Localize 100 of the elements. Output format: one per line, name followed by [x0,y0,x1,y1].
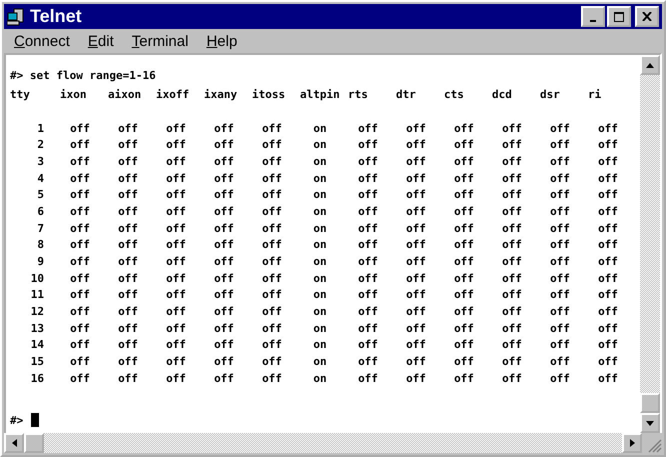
close-button[interactable] [635,6,659,27]
table-cell-text: off [501,372,523,385]
table-cell-text: off [549,288,571,302]
table-cell-text: off [117,355,139,368]
table-cell-text: off [405,372,427,385]
scroll-down-button[interactable] [640,413,660,433]
table-cell-text: off [357,222,379,235]
table-cell-text: off [453,154,475,168]
prompt: #> [10,414,24,426]
menu-item[interactable]: Edit [88,32,114,50]
menu-item[interactable]: Help [206,32,238,50]
scroll-thumb[interactable] [24,433,44,453]
table-cell-text: 3 [36,154,45,168]
vertical-scrollbar[interactable] [640,55,660,433]
table-cell-text: off [117,238,139,252]
table-cell-text: off [453,272,475,285]
table-cell-text: off [165,122,187,135]
table-cell-text: off [357,272,379,285]
table-cell-text: off [597,172,619,185]
table-cell-text: off [405,305,427,318]
table-cell-text: on [312,255,328,268]
table-cell-text: off [597,288,619,302]
column-header: ixoff [155,88,190,101]
table-cell-text: off [165,222,187,235]
table-cell-text: on [312,138,328,152]
table-cell-text: off [165,138,187,152]
scroll-thumb[interactable] [640,393,660,413]
menu-item[interactable]: Connect [14,32,70,50]
table-cell-text: off [69,355,91,368]
column-header: itoss [251,88,286,101]
table-cell-text: off [261,255,283,268]
table-cell-text: off [405,204,427,218]
maximize-button[interactable] [607,6,631,27]
menu-item[interactable]: Terminal [132,32,188,50]
table-cell-text: off [261,204,283,218]
table-cell-text: off [165,272,187,285]
table-cell-text: off [357,172,379,185]
table-cell-text: off [213,138,235,152]
table-cell-text: off [357,288,379,302]
table-cell-text: off [597,272,619,285]
table-cell-text: off [261,322,283,335]
table-cell-text: off [549,255,571,268]
table-cell-text: off [213,154,235,168]
table-cell-text: off [165,154,187,168]
table-cell-text: off [453,288,475,302]
scroll-right-button[interactable] [622,433,642,453]
table-cell-text: off [405,338,427,352]
table-cell-text: off [501,172,523,185]
column-header: cts [443,88,465,101]
table-cell-text: off [501,138,523,152]
table-cell-text: 13 [30,322,45,335]
minimize-button[interactable] [581,6,605,27]
column-header: dtr [395,88,417,101]
table-cell-text: off [261,372,283,385]
close-icon [642,12,652,21]
table-cell-text: off [501,288,523,302]
table-cell-text: off [405,172,427,185]
table-cell-text: off [117,172,139,185]
table-cell-text: off [165,172,187,185]
column-header: dcd [491,88,513,101]
table-cell-text: off [453,238,475,252]
table-cell-text: off [357,255,379,268]
table-cell-text: 4 [36,172,45,185]
table-cell-text: off [549,372,571,385]
table-cell-text: 5 [36,188,45,202]
table-cell-text: off [213,238,235,252]
table-cell-text: off [117,138,139,152]
table-cell-text: 15 [30,355,45,368]
table-cell-text: off [261,355,283,368]
table-cell-text: off [213,372,235,385]
table-cell-text: 10 [30,272,45,285]
table-cell-text: 9 [36,255,45,268]
table-cell-text: on [312,338,328,352]
table-cell-text: off [501,238,523,252]
table-cell-text: off [453,305,475,318]
table-cell-text: off [357,305,379,318]
table-cell-text: off [549,355,571,368]
column-header: tty [10,88,31,101]
table-cell-text: off [69,272,91,285]
table-cell-text: off [405,154,427,168]
scroll-up-button[interactable] [640,55,660,75]
table-cell-text: off [549,305,571,318]
table-cell-text: 12 [30,305,45,318]
table-cell-text: off [357,204,379,218]
table-cell-text: off [69,188,91,202]
column-header: rts [347,88,369,101]
table-cell-text: off [117,305,139,318]
column-header: ri [587,88,602,101]
horizontal-scrollbar[interactable] [4,433,642,453]
table-cell-text: off [165,338,187,352]
table-cell-text: off [549,154,571,168]
scroll-left-button[interactable] [4,433,24,453]
table-cell-text: off [453,322,475,335]
table-cell-text: off [117,372,139,385]
window-title: Telnet [30,6,82,27]
table-cell-text: off [357,154,379,168]
table-cell-text: 1 [36,122,45,135]
table-cell-text: off [597,355,619,368]
table-cell-text: off [357,355,379,368]
table-cell-text: off [453,188,475,202]
